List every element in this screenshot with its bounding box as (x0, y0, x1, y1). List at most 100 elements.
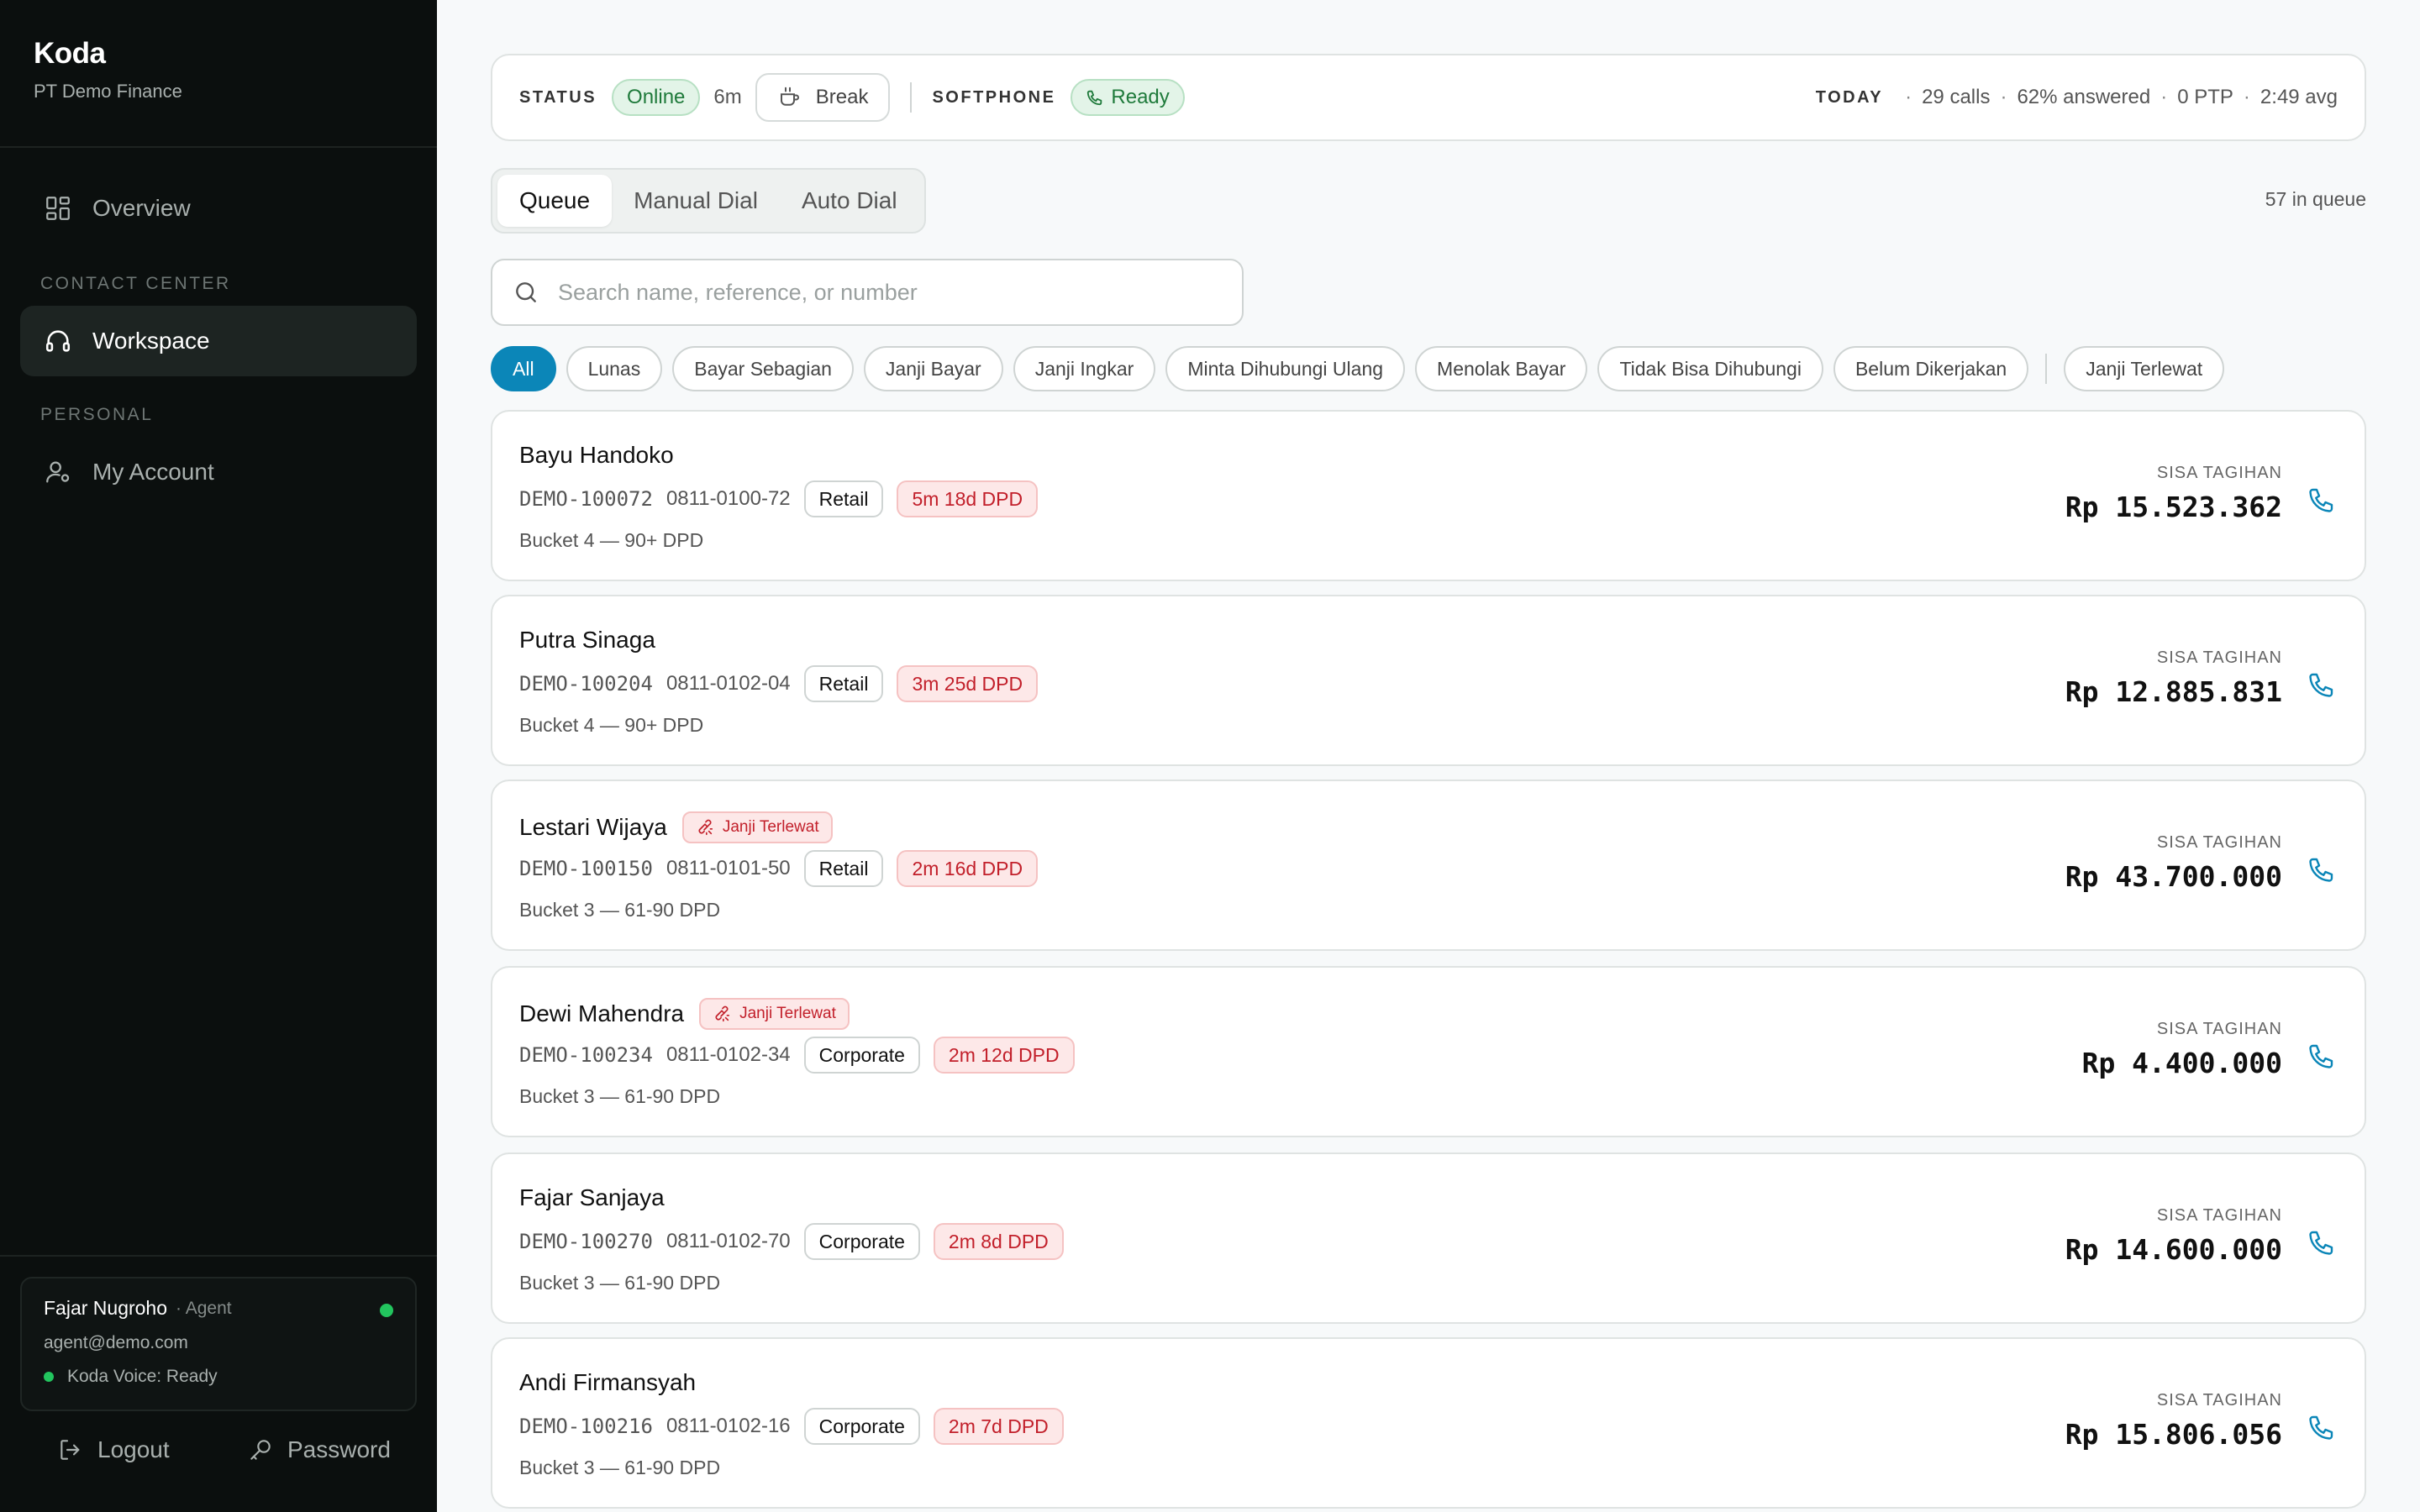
account-reference: DEMO-100216 (519, 1415, 653, 1438)
password-button[interactable]: Password (247, 1436, 391, 1463)
call-button[interactable] (2302, 1408, 2341, 1446)
user-name: Fajar Nugroho (44, 1297, 168, 1319)
account-card[interactable]: Bayu Handoko DEMO-100072 0811-0100-72 Re… (491, 410, 2366, 581)
account-card[interactable]: Putra Sinaga DEMO-100204 0811-0102-04 Re… (491, 595, 2366, 766)
grid-icon (42, 192, 74, 224)
call-button[interactable] (2302, 480, 2341, 519)
phone-icon (2309, 673, 2333, 697)
sidebar-item-overview[interactable]: Overview (20, 173, 417, 244)
balance-amount: Rp 43.700.000 (2065, 860, 2282, 893)
filter-lunas[interactable]: Lunas (566, 346, 663, 391)
status-online-badge[interactable]: Online (612, 79, 701, 116)
filter-janji-terlewat[interactable]: Janji Terlewat (2064, 346, 2225, 391)
break-button[interactable]: Break (755, 73, 891, 122)
bucket-label: Bucket 3 — 61-90 DPD (519, 1272, 721, 1294)
user-role: · Agent (176, 1298, 232, 1318)
sidebar-item-label: Workspace (92, 328, 210, 354)
dpd-badge: 2m 16d DPD (897, 850, 1039, 887)
account-reference: DEMO-100234 (519, 1043, 653, 1067)
filter-bayar-sebagian[interactable]: Bayar Sebagian (672, 346, 854, 391)
user-email: agent@demo.com (44, 1333, 188, 1352)
call-button[interactable] (2302, 850, 2341, 889)
voice-status-dot (44, 1372, 54, 1382)
balance-amount: Rp 14.600.000 (2065, 1233, 2282, 1266)
sidebar-item-my-account[interactable]: My Account (20, 437, 417, 507)
coffee-icon (777, 85, 802, 110)
sidebar-divider (0, 1255, 437, 1257)
filter-menolak-bayar[interactable]: Menolak Bayar (1415, 346, 1588, 391)
sidebar: Koda PT Demo Finance Overview CONTACT CE… (0, 0, 437, 1512)
break-label: Break (815, 86, 869, 108)
section-label-personal: PERSONAL (40, 405, 154, 424)
balance-label: SISA TAGIHAN (2156, 1391, 2282, 1410)
filter-janji-ingkar[interactable]: Janji Ingkar (1013, 346, 1156, 391)
organization-name: PT Demo Finance (34, 81, 182, 102)
logout-label: Logout (97, 1436, 170, 1462)
tab-auto-dial[interactable]: Auto Dial (780, 175, 919, 227)
promise-missed-badge: Janji Terlewat (699, 998, 850, 1030)
account-name: Putra Sinaga (519, 627, 655, 653)
agent-status-bar: STATUS Online 6m Break SOFTPHONE Ready T… (491, 54, 2366, 141)
logout-button[interactable]: Logout (57, 1436, 170, 1463)
balance-label: SISA TAGIHAN (2156, 648, 2282, 667)
account-name: Lestari Wijaya (519, 814, 667, 840)
sidebar-item-label: Overview (92, 195, 191, 221)
bucket-label: Bucket 3 — 61-90 DPD (519, 1085, 721, 1107)
account-name: Dewi Mahendra (519, 1000, 685, 1026)
phone-icon (2309, 488, 2333, 512)
headset-icon (42, 325, 74, 357)
key-icon (247, 1436, 274, 1463)
account-reference: DEMO-100072 (519, 487, 653, 511)
account-card[interactable]: Lestari Wijaya Janji Terlewat DEMO-10015… (491, 780, 2366, 951)
filter-divider (2045, 354, 2048, 384)
account-name: Andi Firmansyah (519, 1369, 697, 1395)
logout-icon (57, 1436, 84, 1463)
account-phone: 0811-0102-70 (666, 1230, 791, 1252)
broken-promise-icon (713, 1005, 731, 1023)
filter-all[interactable]: All (491, 346, 556, 391)
segment-tag: Retail (803, 850, 884, 887)
account-phone: 0811-0101-50 (666, 857, 791, 879)
filter-belum-dikerjakan[interactable]: Belum Dikerjakan (1833, 346, 2029, 391)
search-input[interactable] (558, 279, 1213, 306)
queue-count: 57 in queue (2265, 188, 2366, 210)
filter-janji-bayar[interactable]: Janji Bayar (863, 346, 1003, 391)
status-filters: All Lunas Bayar Sebagian Janji Bayar Jan… (491, 346, 2234, 391)
balance-label: SISA TAGIHAN (2156, 833, 2282, 852)
call-button[interactable] (2302, 1037, 2341, 1075)
account-card[interactable]: Fajar Sanjaya DEMO-100270 0811-0102-70 C… (491, 1152, 2366, 1324)
account-phone: 0811-0102-34 (666, 1043, 791, 1066)
balance-amount: Rp 15.523.362 (2065, 491, 2282, 523)
today-label: TODAY (1815, 87, 1884, 107)
phone-icon (2309, 1415, 2333, 1440)
filter-tidak-bisa-dihubungi[interactable]: Tidak Bisa Dihubungi (1597, 346, 1823, 391)
call-button[interactable] (2302, 665, 2341, 704)
sidebar-item-workspace[interactable]: Workspace (20, 306, 417, 376)
softphone-label: SOFTPHONE (932, 87, 1056, 107)
promise-missed-badge: Janji Terlewat (681, 811, 833, 843)
filter-minta-dihubungi-ulang[interactable]: Minta Dihubungi Ulang (1165, 346, 1406, 391)
balance-label: SISA TAGIHAN (2156, 1020, 2282, 1038)
bucket-label: Bucket 3 — 61-90 DPD (519, 1457, 721, 1478)
segment-tag: Retail (803, 480, 884, 517)
ptp-count: 0 PTP (2177, 86, 2233, 108)
account-card[interactable]: Andi Firmansyah DEMO-100216 0811-0102-16… (491, 1337, 2366, 1509)
promise-badge-label: Janji Terlewat (722, 818, 819, 836)
phone-icon (2309, 858, 2333, 882)
phone-icon (2309, 1044, 2333, 1068)
account-reference: DEMO-100270 (519, 1230, 653, 1253)
account-card[interactable]: Dewi Mahendra Janji Terlewat DEMO-100234… (491, 966, 2366, 1137)
softphone-ready-badge[interactable]: Ready (1071, 79, 1185, 116)
softphone-status: Ready (1111, 86, 1170, 108)
phone-icon (1086, 88, 1104, 107)
balance-amount: Rp 4.400.000 (2081, 1047, 2282, 1079)
dpd-badge: 5m 18d DPD (897, 480, 1039, 517)
tab-manual-dial[interactable]: Manual Dial (612, 175, 780, 227)
sidebar-item-label: My Account (92, 459, 214, 485)
search-icon (513, 279, 539, 306)
account-phone: 0811-0102-04 (666, 672, 791, 695)
account-reference: DEMO-100204 (519, 672, 653, 696)
voice-status-text: Koda Voice: Ready (67, 1367, 218, 1386)
tab-queue[interactable]: Queue (497, 175, 613, 227)
call-button[interactable] (2302, 1223, 2341, 1262)
